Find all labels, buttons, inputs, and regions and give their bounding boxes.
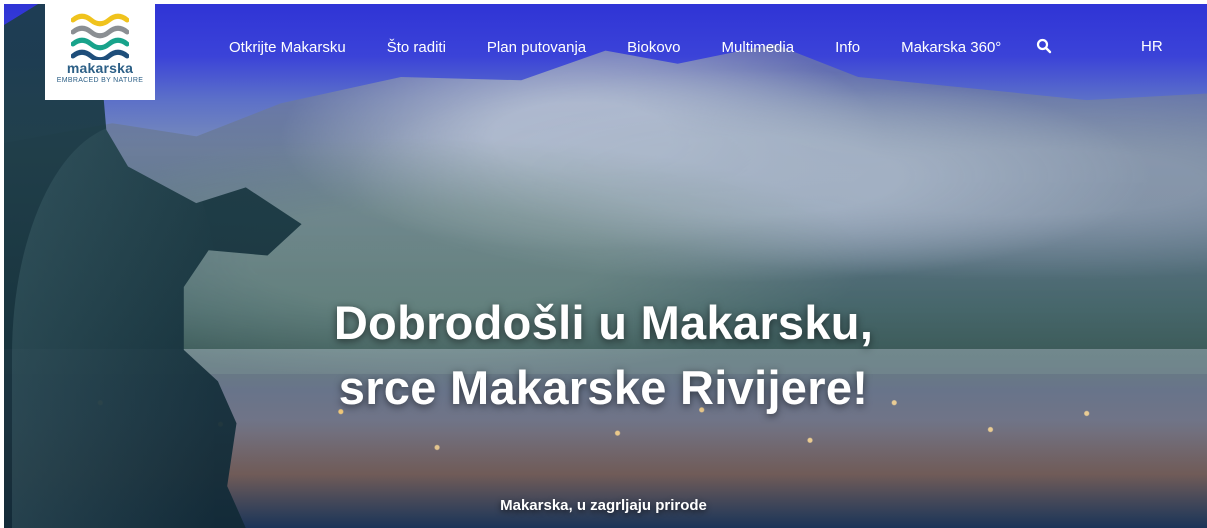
wave-logo-icon — [71, 13, 129, 60]
nav-item-otkrijte-makarsku[interactable]: Otkrijte Makarsku — [229, 39, 346, 56]
hero-title-line-2: srce Makarske Rivijere! — [338, 361, 869, 415]
nav-item-plan-putovanja[interactable]: Plan putovanja — [487, 39, 586, 56]
search-icon[interactable] — [1036, 38, 1052, 54]
nav-item-makarska-360[interactable]: Makarska 360° — [901, 39, 1001, 56]
nav-item-biokovo[interactable]: Biokovo — [627, 39, 680, 56]
hero-title-line-1: Dobrodošli u Makarsku, — [333, 296, 874, 350]
nav-item-sto-raditi[interactable]: Što raditi — [387, 39, 446, 56]
language-selector[interactable]: HR — [1141, 38, 1163, 55]
brand-logo[interactable]: makarska EMBRACED BY NATURE — [45, 4, 155, 100]
logo-tagline: EMBRACED BY NATURE — [56, 77, 144, 84]
hero-background — [4, 4, 1207, 528]
nav-item-info[interactable]: Info — [835, 39, 860, 56]
nav-item-multimedia[interactable]: Multimedia — [722, 39, 795, 56]
main-navigation: Otkrijte Makarsku Što raditi Plan putova… — [229, 38, 1001, 56]
hero-subtitle: Makarska, u zagrljaju prirode — [500, 497, 707, 514]
logo-wordmark: makarska — [66, 60, 134, 76]
